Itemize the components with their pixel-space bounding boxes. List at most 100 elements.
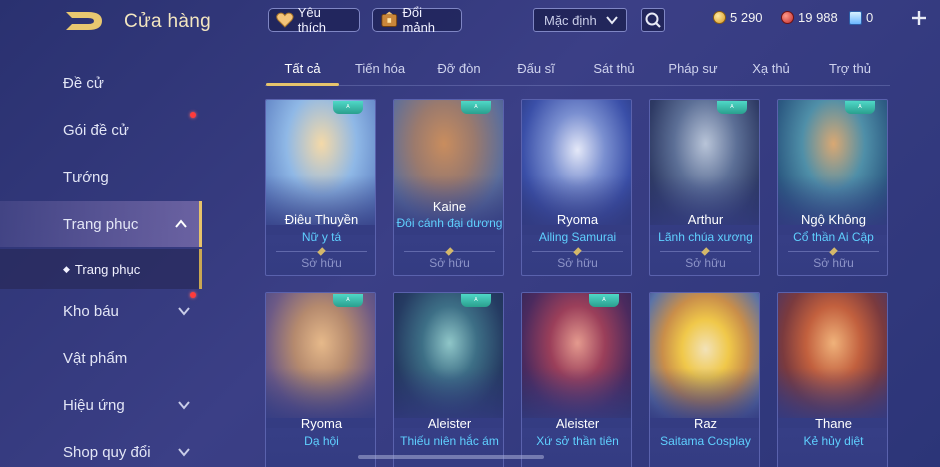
skin-name: Kẻ hủy diệt — [803, 434, 864, 448]
home-indicator — [358, 455, 544, 459]
owned-status: Sở hữu — [301, 256, 342, 270]
chevron-up-icon — [175, 219, 187, 228]
limited-badge-icon: A — [717, 101, 747, 114]
sidebar-item-effects[interactable]: Hiệu ứng — [0, 382, 202, 428]
tab-evolution[interactable]: Tiến hóa — [345, 61, 415, 76]
exchange-shards-button[interactable]: Đổi mảnh — [372, 5, 462, 35]
search-icon — [645, 12, 661, 28]
tab-support[interactable]: Trợ thủ — [818, 61, 882, 76]
skin-name: Lãnh chúa xương — [658, 230, 753, 244]
chevron-down-icon — [178, 307, 190, 316]
gold-coin-icon — [713, 11, 726, 24]
limited-badge-icon: A — [461, 101, 491, 114]
skin-card[interactable]: A Arthur Lãnh chúa xương Sở hữu — [649, 99, 760, 276]
voucher-icon — [781, 11, 794, 24]
sidebar-item-exchange-shop[interactable]: Shop quy đổi — [0, 429, 202, 467]
sidebar-item-heroes[interactable]: Tướng — [0, 154, 202, 200]
shard-box-icon — [381, 11, 398, 27]
limited-badge-icon: A — [461, 294, 491, 307]
search-button[interactable] — [641, 8, 665, 32]
sidebar-item-bundles[interactable]: Gói đề cử — [0, 107, 202, 153]
hero-name: Ngộ Không — [800, 212, 867, 227]
role-tabs: Tất cả Tiến hóa Đỡ đòn Đấu sĩ Sát thủ Ph… — [265, 58, 890, 86]
gem-icon — [849, 10, 862, 25]
skin-card[interactable]: A Kaine Đôi cánh đại dương Sở hữu — [393, 99, 504, 276]
hero-name: Kaine — [432, 199, 467, 214]
sidebar-item-label: Kho báu — [63, 302, 119, 320]
tab-assassin[interactable]: Sát thủ — [583, 61, 645, 76]
sidebar-item-label: Đề cử — [63, 74, 104, 92]
skin-name: Nữ y tá — [301, 230, 342, 244]
sidebar-item-label: Hiệu ứng — [63, 396, 125, 414]
hero-name: Aleister — [427, 416, 472, 431]
sidebar-item-label: Tướng — [63, 168, 109, 186]
skin-name: Saitama Cosplay — [660, 434, 751, 448]
limited-badge-icon: A — [845, 101, 875, 114]
hero-name: Điêu Thuyền — [284, 212, 359, 227]
sidebar-item-featured[interactable]: Đề cử — [0, 60, 202, 106]
sort-dropdown[interactable]: Mặc định — [533, 8, 627, 32]
sidebar-subitem-label: Trang phục — [74, 261, 141, 277]
favorite-label: Yêu thích — [297, 5, 326, 35]
skin-name: Đôi cánh đại dương — [396, 216, 503, 230]
skin-card[interactable]: Thane Kẻ hủy diệt — [777, 292, 888, 467]
tab-fighter[interactable]: Đấu sĩ — [505, 61, 567, 76]
gem-value: 0 — [866, 10, 874, 25]
hero-name: Ryoma — [556, 212, 599, 227]
owned-status: Sở hữu — [813, 256, 854, 270]
hero-name: Ryoma — [300, 416, 343, 431]
sidebar-item-label: Trang phục — [63, 215, 139, 233]
hero-name: Arthur — [687, 212, 724, 227]
active-tab-indicator — [266, 83, 339, 86]
gold-balance: 5 290 — [713, 10, 763, 25]
hero-name: Thane — [815, 416, 852, 431]
sidebar-subitem-skins[interactable]: ◆ Trang phục — [0, 249, 202, 289]
tab-tank[interactable]: Đỡ đòn — [425, 61, 493, 76]
sidebar-item-label: Shop quy đổi — [63, 443, 151, 461]
voucher-value: 19 988 — [798, 10, 838, 25]
limited-badge-icon: A — [333, 294, 363, 307]
back-icon[interactable] — [62, 8, 106, 34]
favorite-button[interactable]: Yêu thích — [268, 5, 360, 35]
hero-name: Aleister — [555, 416, 600, 431]
owned-status: Sở hữu — [557, 256, 598, 270]
sidebar-item-label: Vật phẩm — [63, 349, 128, 367]
limited-badge-icon: A — [589, 294, 619, 307]
bullet-icon: ◆ — [63, 263, 70, 274]
sidebar-item-treasure[interactable]: Kho báu — [0, 288, 202, 334]
skin-card[interactable]: A Ngộ Không Cổ thần Ai Cập Sở hữu — [777, 99, 888, 276]
sidebar-item-label: Gói đề cử — [63, 121, 129, 139]
limited-badge-icon: A — [333, 101, 363, 114]
skin-card[interactable]: Raz Saitama Cosplay — [649, 292, 760, 467]
skin-name: Ailing Samurai — [538, 230, 617, 244]
skin-name: Xứ sở thần tiên — [536, 434, 619, 448]
skin-card[interactable]: A Aleister Xứ sở thần tiên — [521, 292, 632, 467]
sidebar-item-skins[interactable]: Trang phục — [0, 201, 202, 247]
sidebar-item-items[interactable]: Vật phẩm — [0, 335, 202, 381]
tab-mage[interactable]: Pháp sư — [659, 61, 727, 76]
hero-name: Raz — [693, 416, 718, 431]
skin-card[interactable]: A Ryoma Dạ hội — [265, 292, 376, 467]
skin-card[interactable]: A Aleister Thiếu niên hắc ám — [393, 292, 504, 467]
owned-status: Sở hữu — [685, 256, 726, 270]
owned-status: Sở hữu — [429, 256, 470, 270]
top-bar: Cửa hàng Yêu thích Đổi mảnh Mặc định 5 2… — [0, 0, 940, 40]
voucher-balance: 19 988 — [781, 10, 838, 25]
heart-icon — [276, 12, 294, 28]
plus-icon[interactable] — [909, 8, 929, 28]
chevron-down-icon — [606, 16, 618, 25]
tab-marksman[interactable]: Xạ thủ — [740, 61, 802, 76]
exchange-label: Đổi mảnh — [402, 5, 436, 35]
skin-name: Cổ thần Ai Cập — [793, 230, 874, 244]
chevron-down-icon — [178, 448, 190, 457]
page-title: Cửa hàng — [124, 11, 211, 32]
skin-name: Dạ hội — [304, 434, 339, 448]
notification-dot — [190, 112, 196, 118]
gem-balance: 0 — [849, 10, 873, 25]
skin-card[interactable]: A Điêu Thuyền Nữ y tá Sở hữu — [265, 99, 376, 276]
gold-value: 5 290 — [730, 10, 763, 25]
chevron-down-icon — [178, 401, 190, 410]
skin-card[interactable]: Ryoma Ailing Samurai Sở hữu — [521, 99, 632, 276]
skin-name: Thiếu niên hắc ám — [400, 434, 499, 448]
tab-all[interactable]: Tất cả — [265, 61, 340, 76]
